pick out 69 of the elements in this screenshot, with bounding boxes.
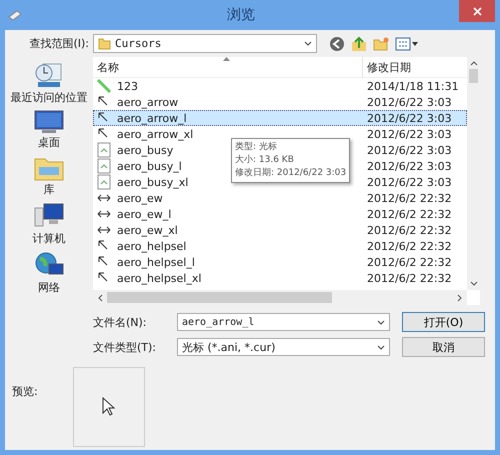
window-title: 浏览 (226, 6, 256, 24)
close-button[interactable] (459, 0, 495, 22)
file-row[interactable]: aero_arrow_l 2012/6/22 3:03 (93, 110, 467, 126)
file-name[interactable]: aero_helpsel_xl (117, 272, 202, 284)
file-icon (97, 142, 111, 158)
modified-date: 2012/6/22 3:03 (366, 128, 452, 140)
resize-cursor-icon (97, 209, 111, 219)
modified-date: 2012/6/22 3:03 (366, 96, 452, 108)
file-name[interactable]: aero_arrow_xl (117, 128, 194, 140)
sidebar-item[interactable]: 库 (44, 182, 54, 197)
scroll-left-icon[interactable] (96, 292, 104, 302)
modified-date: 2012/6/22 3:03 (366, 112, 452, 124)
file-name[interactable]: aero_busy_xl (117, 176, 188, 188)
file-name[interactable]: aero_helpsel (117, 240, 186, 252)
file-name[interactable]: aero_helpsel_l (117, 256, 195, 268)
file-name[interactable]: 123 (117, 80, 138, 92)
close-icon (472, 6, 482, 16)
preview-label: 预览: (11, 384, 39, 400)
file-icon (97, 174, 111, 190)
location-label: 查找范围(I): (28, 36, 90, 51)
file-icon (97, 158, 111, 174)
sidebar-item[interactable]: 计算机 (32, 231, 66, 246)
chevron-down-icon (377, 344, 385, 350)
resize-cursor-icon (97, 193, 111, 203)
modified-date: 2012/6/2 22:32 (366, 272, 452, 284)
app-icon (7, 9, 23, 21)
file-name[interactable]: aero_ew (117, 192, 163, 204)
tooltip-line: 大小: 13.6 KB (235, 154, 295, 167)
cursor-icon (97, 79, 111, 93)
chevron-down-icon (377, 320, 385, 324)
file-name[interactable]: aero_arrow (117, 96, 178, 108)
pointer-cursor-icon (102, 397, 116, 417)
modified-date: 2012/6/22 3:03 (366, 176, 452, 188)
file-name: aero_arrow_l (117, 112, 187, 124)
file-name[interactable]: aero_ew_xl (117, 224, 178, 236)
sidebar-item[interactable]: 最近访问的位置 (10, 90, 88, 105)
sidebar-item[interactable]: 桌面 (38, 135, 60, 150)
modified-date: 2012/6/22 3:03 (366, 160, 452, 172)
modified-date: 2012/6/2 22:32 (366, 224, 452, 236)
modified-date: 2012/6/2 22:32 (366, 240, 452, 252)
scroll-right-icon[interactable] (456, 292, 464, 302)
filetype-dropdown[interactable]: 光标 (*.ani, *.cur) (177, 338, 390, 356)
tooltip-line: 修改日期: 2012/6/22 3:03 (235, 167, 346, 180)
modified-date: 2012/6/2 22:32 (366, 208, 452, 220)
file-name[interactable]: aero_busy (117, 144, 174, 156)
file-name[interactable]: aero_ew_l (117, 208, 172, 220)
file-name[interactable]: aero_busy_l (117, 160, 182, 172)
back-icon[interactable] (329, 36, 345, 52)
clock-icon (34, 61, 64, 89)
resize-cursor-icon (97, 225, 111, 235)
location-dropdown[interactable]: Cursors (93, 34, 317, 53)
folder-icon (98, 37, 111, 50)
chevron-down-icon (304, 41, 312, 46)
open-button[interactable]: 打开(O) (402, 312, 485, 332)
up-folder-icon[interactable] (351, 36, 367, 52)
filename-label: 文件名(N): (93, 314, 148, 330)
modified-date: 2012/6/2 22:32 (366, 256, 452, 268)
modified-date: 2012/6/22 3:03 (366, 144, 452, 156)
modified-date: 2014/1/18 11:31 (366, 80, 459, 92)
filetype-label: 文件类型(T): (93, 340, 158, 354)
modified-date: 2012/6/2 22:32 (366, 192, 452, 204)
column-header[interactable]: 修改日期 (363, 60, 411, 74)
sort-caret-icon (223, 57, 230, 61)
monitor-icon (34, 110, 64, 134)
view-menu-icon[interactable] (395, 36, 419, 50)
sidebar-item[interactable]: 网络 (38, 280, 60, 295)
cancel-button[interactable]: 取消 (402, 337, 485, 357)
tooltip-line: 类型: 光标 (235, 141, 278, 154)
filename-field[interactable]: aero_arrow_l (177, 313, 390, 331)
